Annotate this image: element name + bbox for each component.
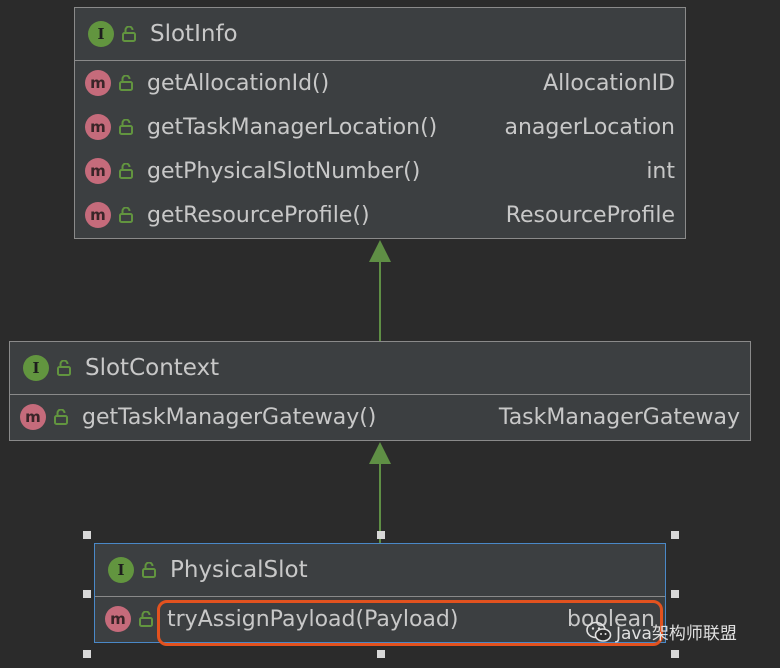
method-icon: m xyxy=(85,114,111,140)
method-icon: m xyxy=(105,606,131,632)
method-row[interactable]: m getTaskManagerGateway() TaskManagerGat… xyxy=(20,395,750,439)
method-return-type: anagerLocation xyxy=(504,114,675,140)
unlock-icon xyxy=(119,119,133,135)
method-name: getResourceProfile() xyxy=(147,202,370,228)
inheritance-arrow-slotcontext-to-slotinfo xyxy=(369,240,391,342)
method-name: getAllocationId() xyxy=(147,70,330,96)
selection-handle[interactable] xyxy=(671,590,679,598)
selection-handle[interactable] xyxy=(671,531,679,539)
unlock-icon xyxy=(122,26,136,42)
method-row[interactable]: m getTaskManagerLocation() anagerLocatio… xyxy=(85,105,685,149)
interface-name: SlotContext xyxy=(85,355,220,381)
selection-handle[interactable] xyxy=(83,531,91,539)
selection-handle[interactable] xyxy=(377,531,385,539)
wechat-icon xyxy=(586,621,612,642)
interface-name: PhysicalSlot xyxy=(170,557,308,583)
interface-box-slotinfo[interactable]: I SlotInfo m getAllocationId() Allocatio… xyxy=(74,7,686,239)
unlock-icon xyxy=(139,611,153,627)
unlock-icon xyxy=(142,562,156,578)
selection-handle[interactable] xyxy=(377,650,385,658)
interface-name: SlotInfo xyxy=(150,21,238,47)
method-return-type: TaskManagerGateway xyxy=(494,404,740,430)
interface-icon: I xyxy=(88,21,114,47)
unlock-icon xyxy=(57,360,71,376)
watermark-text: Java架构师联盟 xyxy=(616,624,737,644)
method-name: getTaskManagerGateway() xyxy=(82,404,377,430)
unlock-icon xyxy=(54,409,68,425)
interface-header[interactable]: I SlotInfo xyxy=(75,8,685,61)
method-row[interactable]: m getPhysicalSlotNumber() int xyxy=(85,149,685,193)
method-icon: m xyxy=(85,202,111,228)
unlock-icon xyxy=(119,75,133,91)
interface-icon: I xyxy=(23,355,49,381)
method-name: getPhysicalSlotNumber() xyxy=(147,158,421,184)
interface-icon: I xyxy=(108,557,134,583)
method-row[interactable]: m getAllocationId() AllocationID xyxy=(85,61,685,105)
method-row[interactable]: m getResourceProfile() ResourceProfile xyxy=(85,193,685,237)
watermark: Java架构师联盟 xyxy=(586,619,737,644)
selection-handle[interactable] xyxy=(83,650,91,658)
selection-handle[interactable] xyxy=(83,590,91,598)
method-icon: m xyxy=(85,158,111,184)
method-return-type: int xyxy=(642,158,675,184)
interface-header[interactable]: I PhysicalSlot xyxy=(95,544,665,597)
method-icon: m xyxy=(85,70,111,96)
method-return-type: AllocationID xyxy=(539,70,675,96)
unlock-icon xyxy=(119,163,133,179)
method-return-type: ResourceProfile xyxy=(501,202,675,228)
interface-header[interactable]: I SlotContext xyxy=(10,342,750,395)
method-icon: m xyxy=(20,404,46,430)
selection-handle[interactable] xyxy=(671,650,679,658)
inheritance-arrow-physicalslot-to-slotcontext xyxy=(369,442,391,544)
interface-box-slotcontext[interactable]: I SlotContext m getTaskManagerGateway() … xyxy=(9,341,751,441)
unlock-icon xyxy=(119,207,133,223)
method-name: getTaskManagerLocation() xyxy=(147,114,438,140)
